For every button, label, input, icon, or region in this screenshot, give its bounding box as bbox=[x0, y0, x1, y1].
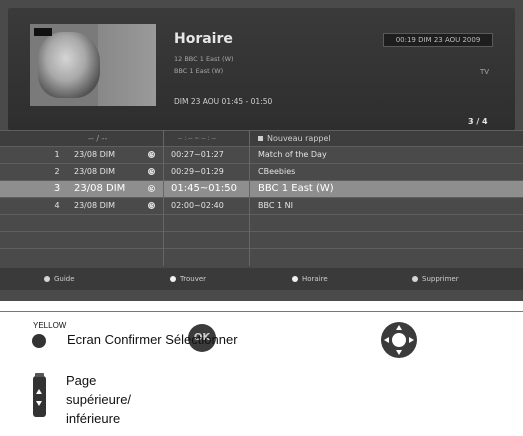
program-datetime: DIM 23 AOU 01:45 - 01:50 bbox=[174, 97, 273, 106]
row-program: BBC 1 NI bbox=[258, 201, 293, 210]
clock-icon: ◷ bbox=[148, 202, 155, 209]
row-time: 01:45~01:50 bbox=[171, 183, 238, 194]
find-label: Trouver bbox=[180, 275, 207, 283]
table-row[interactable]: 4 23/08 DIM ◷ 02:00~02:40 BBC 1 NI bbox=[0, 197, 523, 214]
page-text-line3: inférieure bbox=[66, 411, 121, 426]
table-row-selected[interactable]: 3 23/08 DIM ◷ 01:45~01:50 BBC 1 East (W) bbox=[0, 180, 523, 197]
arrow-up-icon bbox=[396, 325, 402, 330]
row-program: Match of the Day bbox=[258, 150, 327, 159]
program-thumbnail bbox=[30, 24, 156, 106]
row-date: 23/08 DIM bbox=[74, 150, 116, 159]
table-row[interactable]: 1 23/08 DIM ◷ 00:27~01:27 Match of the D… bbox=[0, 146, 523, 163]
page-indicator: 3 / 4 bbox=[468, 117, 488, 126]
thumbnail-background bbox=[98, 24, 156, 106]
tv-screen: Horaire 00:19 DIM 23 AOU 2009 12 BBC 1 E… bbox=[0, 0, 523, 301]
table-header: -- / -- -- : -- ~ -- : -- Nouveau rappel bbox=[0, 130, 523, 146]
delete-label: Supprimer bbox=[422, 275, 459, 283]
blue-dot-icon bbox=[412, 276, 418, 282]
page-up-down-text: Page supérieure/ inférieure bbox=[66, 371, 131, 428]
guide-label: Guide bbox=[54, 275, 75, 283]
yellow-label: YELLOW bbox=[33, 321, 67, 330]
new-reminder-button[interactable]: Nouveau rappel bbox=[258, 131, 331, 146]
find-button[interactable]: Trouver bbox=[170, 268, 206, 290]
thumbnail-face bbox=[38, 32, 100, 98]
channel-line-1: 12 BBC 1 East (W) bbox=[174, 55, 234, 63]
footer-bar: Guide Trouver Horaire Supprimer bbox=[0, 268, 523, 290]
yellow-dot-icon bbox=[292, 276, 298, 282]
page-down-arrow-icon bbox=[36, 401, 42, 406]
reminder-icon bbox=[258, 136, 263, 141]
nav-center-icon bbox=[392, 333, 406, 347]
page-text-line1: Page bbox=[66, 373, 97, 388]
tv-label: TV bbox=[480, 68, 490, 76]
row-number: 1 bbox=[54, 150, 60, 159]
red-dot-icon bbox=[44, 276, 50, 282]
yellow-button-icon bbox=[32, 334, 46, 348]
row-date: 23/08 DIM bbox=[74, 201, 116, 210]
arrow-down-icon bbox=[396, 350, 402, 355]
green-dot-icon bbox=[170, 276, 176, 282]
new-reminder-label: Nouveau rappel bbox=[267, 134, 331, 143]
row-time: 00:29~01:29 bbox=[171, 167, 224, 176]
page-up-down-icon bbox=[33, 373, 46, 417]
clock-icon: ◷ bbox=[148, 151, 155, 158]
header-date: -- / -- bbox=[88, 134, 108, 143]
row-time: 02:00~02:40 bbox=[171, 201, 224, 210]
row-number: 3 bbox=[53, 183, 61, 194]
schedule-table: -- / -- -- : -- ~ -- : -- Nouveau rappel… bbox=[0, 130, 523, 265]
row-program: BBC 1 East (W) bbox=[258, 183, 334, 194]
page-text-line2: supérieure/ bbox=[66, 392, 132, 407]
page-up-arrow-icon bbox=[36, 389, 42, 394]
clock-display: 00:19 DIM 23 AOU 2009 bbox=[383, 33, 493, 47]
channel-logo-icon bbox=[34, 28, 52, 36]
column-divider bbox=[163, 130, 164, 266]
schedule-button[interactable]: Horaire bbox=[292, 268, 328, 290]
guide-button[interactable]: Guide bbox=[44, 268, 75, 290]
arrow-right-icon bbox=[409, 337, 414, 343]
delete-button[interactable]: Supprimer bbox=[412, 268, 459, 290]
row-number: 4 bbox=[54, 201, 60, 210]
row-number: 2 bbox=[54, 167, 60, 176]
empty-row bbox=[0, 214, 523, 231]
page-button-tab bbox=[35, 373, 44, 377]
row-time: 00:27~01:27 bbox=[171, 150, 224, 159]
column-divider bbox=[249, 130, 250, 266]
header-time: -- : -- ~ -- : -- bbox=[178, 135, 216, 142]
row-program: CBeebies bbox=[258, 167, 296, 176]
schedule-label: Horaire bbox=[302, 275, 328, 283]
channel-line-2: BBC 1 East (W) bbox=[174, 67, 224, 75]
arrow-left-icon bbox=[384, 337, 389, 343]
ecran-confirm-text: Ecran Confirmer Sélectionner bbox=[67, 332, 238, 347]
empty-row bbox=[0, 248, 523, 265]
clock-icon: ◷ bbox=[148, 185, 155, 192]
row-date: 23/08 DIM bbox=[74, 167, 116, 176]
row-date: 23/08 DIM bbox=[74, 183, 126, 194]
empty-row bbox=[0, 231, 523, 248]
clock-icon: ◷ bbox=[148, 168, 155, 175]
page-title: Horaire bbox=[174, 31, 233, 47]
navigation-pad-icon bbox=[381, 322, 417, 358]
table-row[interactable]: 2 23/08 DIM ◷ 00:29~01:29 CBeebies bbox=[0, 163, 523, 180]
